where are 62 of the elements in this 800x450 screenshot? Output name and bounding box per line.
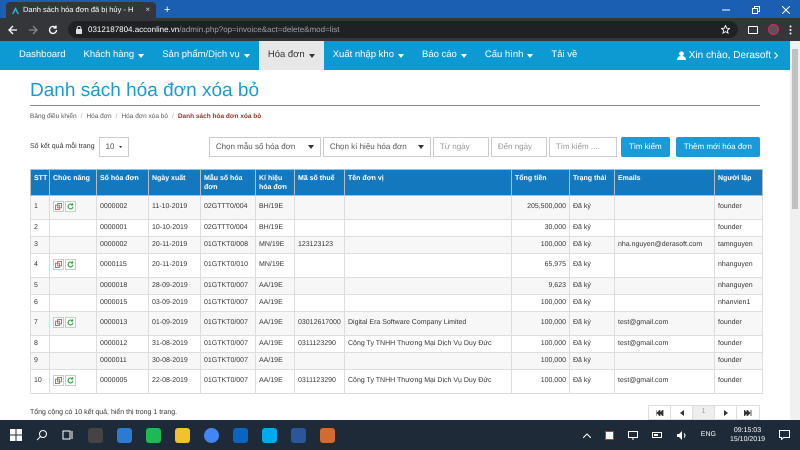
caret-icon (308, 54, 315, 58)
table-cell (294, 195, 344, 220)
reload-icon[interactable] (48, 24, 58, 34)
copy-icon[interactable] (53, 200, 64, 212)
to-date-field[interactable]: Đến ngày (490, 136, 547, 157)
refresh-icon[interactable] (65, 258, 76, 270)
caret-icon (460, 54, 467, 58)
app-icon[interactable] (175, 428, 190, 442)
network-icon[interactable] (628, 430, 638, 440)
close-icon[interactable] (782, 6, 790, 14)
lock-icon (76, 26, 82, 34)
user-icon (676, 51, 686, 60)
notification-icon[interactable] (779, 430, 790, 440)
page-size-select[interactable]: 10 (98, 136, 129, 157)
app-icon[interactable] (262, 428, 277, 442)
profile-avatar[interactable] (768, 24, 779, 35)
caret-icon (398, 54, 404, 58)
url-text: 0312187804.acconline.vn/admin.php?op=invoice&act=delete&mod=list (88, 24, 340, 36)
windows-logo-icon[interactable] (10, 429, 22, 441)
back-arrow-icon[interactable] (8, 24, 18, 34)
caret-icon (308, 144, 314, 149)
extension-icon[interactable] (748, 26, 758, 34)
new-tab-button[interactable]: + (164, 5, 170, 16)
caret-icon (527, 54, 534, 58)
address-bar[interactable]: 0312187804.acconline.vn/admin.php?op=invoice&act=delete&mod=list (68, 21, 738, 38)
speaker-icon[interactable] (676, 430, 687, 440)
star-icon[interactable] (721, 25, 730, 34)
page-title: Danh sách hóa đơn xóa bỏ (30, 79, 260, 103)
chevron-up-icon[interactable] (582, 432, 591, 438)
template-select[interactable]: Chọn mẫu số hóa đơn (208, 136, 321, 157)
nav-item[interactable]: Hóa đơn (258, 41, 324, 70)
copy-icon[interactable] (53, 258, 64, 270)
copy-icon[interactable] (53, 316, 64, 328)
app-icon[interactable] (204, 428, 219, 442)
refresh-icon[interactable] (65, 374, 76, 386)
forward-arrow-icon[interactable] (28, 24, 38, 34)
battery-icon[interactable] (652, 432, 663, 438)
caret-icon (418, 144, 424, 149)
refresh-icon[interactable] (65, 316, 76, 328)
table-cell (294, 219, 344, 236)
table-cell (294, 352, 344, 370)
app-icon[interactable] (320, 428, 335, 442)
table-cell (294, 277, 344, 294)
refresh-icon[interactable] (65, 200, 76, 212)
caret-icon (244, 54, 250, 58)
menu-icon[interactable] (789, 24, 792, 34)
tray-icon[interactable] (604, 430, 614, 440)
symbol-select[interactable]: Chọn kí hiệu hóa đơn (322, 136, 431, 157)
app-icon[interactable] (146, 428, 161, 442)
chevron-right-icon (774, 52, 778, 59)
task-view-icon[interactable] (62, 429, 74, 441)
table-cell (294, 253, 344, 278)
restore-icon[interactable] (752, 6, 760, 14)
table-cell (294, 294, 344, 312)
scrollbar[interactable] (790, 41, 800, 420)
copy-icon[interactable] (53, 374, 64, 386)
caret-icon (138, 54, 144, 58)
search-icon[interactable] (36, 429, 48, 441)
site-favicon-icon (12, 6, 19, 14)
search-field[interactable]: Tìm kiếm .... (548, 136, 617, 157)
from-date-field[interactable]: Từ ngày (432, 136, 489, 157)
tab-close-button[interactable]: × (145, 6, 150, 14)
